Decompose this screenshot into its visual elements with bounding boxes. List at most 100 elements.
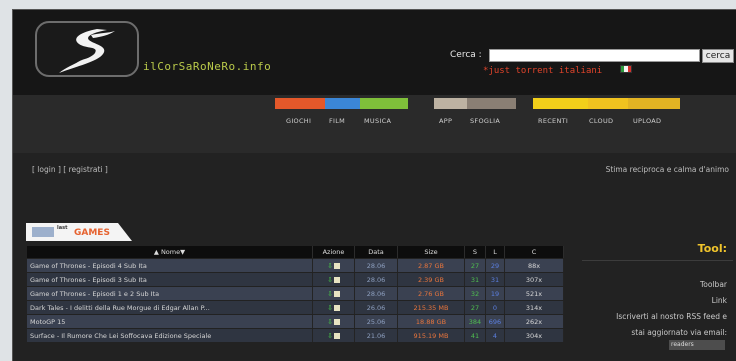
table-header-row: ▲ Nome▼ Azione Data Size S L C bbox=[27, 246, 564, 258]
download-arrow-icon[interactable]: ⇩ bbox=[327, 262, 333, 270]
table-row[interactable]: Game of Thrones - Episodi 1 e 2 Sub Ita … bbox=[27, 287, 564, 300]
toolbar-link[interactable]: Toolbar bbox=[700, 280, 727, 289]
section-small-label: last bbox=[57, 225, 68, 231]
search-input[interactable] bbox=[489, 49, 700, 62]
torrent-seeders: 41 bbox=[465, 329, 486, 342]
email-subscribe-text: stai aggiornato via email: bbox=[631, 328, 727, 337]
magnet-box-icon[interactable] bbox=[333, 332, 340, 339]
torrent-leechers: 31 bbox=[486, 273, 505, 286]
login-link[interactable]: [ login ] bbox=[32, 165, 61, 174]
nav-item-app[interactable]: APP bbox=[439, 117, 452, 125]
tagline: *just torrent italiani bbox=[483, 66, 603, 76]
nav-item-cloud[interactable]: CLOUD bbox=[589, 117, 613, 125]
column-header-completed[interactable]: C bbox=[505, 246, 564, 258]
row-actions: ⇩ bbox=[313, 259, 355, 272]
column-header-size[interactable]: Size bbox=[398, 246, 465, 258]
row-actions: ⇩ bbox=[313, 329, 355, 342]
magnet-box-icon[interactable] bbox=[333, 304, 340, 311]
nav-bar-giochi[interactable] bbox=[275, 98, 325, 109]
nav-bar-app[interactable] bbox=[434, 98, 467, 109]
torrent-completed: 304x bbox=[505, 329, 564, 342]
column-header-date[interactable]: Data bbox=[355, 246, 398, 258]
download-arrow-icon[interactable]: ⇩ bbox=[327, 332, 333, 340]
torrent-size: 2.76 GB bbox=[398, 287, 465, 300]
torrent-name-link[interactable]: MotoGP 15 bbox=[27, 315, 313, 328]
row-actions: ⇩ bbox=[313, 273, 355, 286]
nav-bar-cloud[interactable] bbox=[588, 98, 628, 109]
torrent-date: 28.06 bbox=[355, 259, 398, 272]
torrent-date: 25.06 bbox=[355, 315, 398, 328]
torrent-table: ▲ Nome▼ Azione Data Size S L C Game of T… bbox=[27, 245, 564, 343]
nav-bar-film[interactable] bbox=[325, 98, 360, 109]
register-link[interactable]: [ registrati ] bbox=[63, 165, 108, 174]
nav-item-musica[interactable]: MUSICA bbox=[364, 117, 391, 125]
main-navigation: GIOCHI FILM MUSICA APP SFOGLIA RECENTI C… bbox=[275, 95, 695, 135]
nav-bar-sfoglia[interactable] bbox=[467, 98, 516, 109]
games-icon bbox=[32, 227, 54, 237]
torrent-seeders: 27 bbox=[465, 259, 486, 272]
torrent-seeders: 32 bbox=[465, 287, 486, 300]
magnet-box-icon[interactable] bbox=[333, 290, 340, 297]
torrent-name-link[interactable]: Dark Tales - I delitti della Rue Morgue … bbox=[27, 301, 313, 314]
magnet-box-icon[interactable] bbox=[333, 276, 340, 283]
tool-title: Tool: bbox=[697, 242, 727, 255]
torrent-size: 215.35 MB bbox=[398, 301, 465, 314]
torrent-date: 28.06 bbox=[355, 273, 398, 286]
torrent-completed: 262x bbox=[505, 315, 564, 328]
table-row[interactable]: Dark Tales - I delitti della Rue Morgue … bbox=[27, 301, 564, 314]
section-title: GAMES bbox=[74, 228, 110, 238]
nav-bar-musica[interactable] bbox=[360, 98, 408, 109]
torrent-name-link[interactable]: Surface - Il Rumore Che Lei Soffocava Ed… bbox=[27, 329, 313, 342]
nav-bar-upload[interactable] bbox=[628, 98, 680, 109]
site-name[interactable]: ilCorSaRoNeRo.info bbox=[143, 60, 271, 73]
nav-item-film[interactable]: FILM bbox=[329, 117, 345, 125]
torrent-size: 2.39 GB bbox=[398, 273, 465, 286]
rss-readers-label: readers bbox=[671, 341, 694, 348]
torrent-completed: 521x bbox=[505, 287, 564, 300]
nav-bar-recenti[interactable] bbox=[533, 98, 588, 109]
link-link[interactable]: Link bbox=[712, 296, 727, 305]
torrent-leechers: 696 bbox=[486, 315, 505, 328]
column-header-action: Azione bbox=[313, 246, 355, 258]
download-arrow-icon[interactable]: ⇩ bbox=[327, 304, 333, 312]
torrent-date: 21.06 bbox=[355, 329, 398, 342]
torrent-leechers: 0 bbox=[486, 301, 505, 314]
torrent-name-link[interactable]: Game of Thrones - Episodi 3 Sub Ita bbox=[27, 273, 313, 286]
row-actions: ⇩ bbox=[313, 315, 355, 328]
download-arrow-icon[interactable]: ⇩ bbox=[327, 318, 333, 326]
torrent-seeders: 31 bbox=[465, 273, 486, 286]
search-label: Cerca : bbox=[450, 50, 482, 60]
torrent-date: 26.06 bbox=[355, 301, 398, 314]
torrent-seeders: 384 bbox=[465, 315, 486, 328]
torrent-completed: 314x bbox=[505, 301, 564, 314]
nav-item-giochi[interactable]: GIOCHI bbox=[286, 117, 311, 125]
main-content: [ login ] [ registrati ] Stima reciproca… bbox=[13, 153, 736, 361]
torrent-completed: 88x bbox=[505, 259, 564, 272]
rss-readers-badge[interactable]: readers bbox=[669, 340, 725, 350]
column-header-leechers[interactable]: L bbox=[486, 246, 505, 258]
magnet-box-icon[interactable] bbox=[333, 262, 340, 269]
nav-band: GIOCHI FILM MUSICA APP SFOGLIA RECENTI C… bbox=[13, 95, 736, 153]
nav-item-upload[interactable]: UPLOAD bbox=[633, 117, 661, 125]
table-row[interactable]: Game of Thrones - Episodi 3 Sub Ita ⇩ 28… bbox=[27, 273, 564, 286]
download-arrow-icon[interactable]: ⇩ bbox=[327, 290, 333, 298]
torrent-size: 18.88 GB bbox=[398, 315, 465, 328]
torrent-name-link[interactable]: Game of Thrones - Episodi 4 Sub Ita bbox=[27, 259, 313, 272]
table-row[interactable]: Game of Thrones - Episodi 4 Sub Ita ⇩ 28… bbox=[27, 259, 564, 272]
nav-item-sfoglia[interactable]: SFOGLIA bbox=[470, 117, 500, 125]
torrent-name-link[interactable]: Game of Thrones - Episodi 1 e 2 Sub Ita bbox=[27, 287, 313, 300]
torrent-leechers: 4 bbox=[486, 329, 505, 342]
magnet-box-icon[interactable] bbox=[333, 318, 340, 325]
table-row[interactable]: MotoGP 15 ⇩ 25.06 18.88 GB 384 696 262x bbox=[27, 315, 564, 328]
column-header-name[interactable]: ▲ Nome▼ bbox=[27, 246, 313, 258]
download-arrow-icon[interactable]: ⇩ bbox=[327, 276, 333, 284]
section-badge-games: last GAMES bbox=[26, 223, 134, 241]
table-row[interactable]: Surface - Il Rumore Che Lei Soffocava Ed… bbox=[27, 329, 564, 342]
torrent-date: 28.06 bbox=[355, 287, 398, 300]
torrent-completed: 307x bbox=[505, 273, 564, 286]
nav-item-recenti[interactable]: RECENTI bbox=[538, 117, 568, 125]
search-button[interactable]: cerca bbox=[702, 49, 734, 63]
column-header-seeders[interactable]: S bbox=[465, 246, 486, 258]
site-logo[interactable] bbox=[35, 21, 139, 77]
tool-panel: Tool: Toolbar Link Iscriverti al nostro … bbox=[578, 238, 736, 361]
